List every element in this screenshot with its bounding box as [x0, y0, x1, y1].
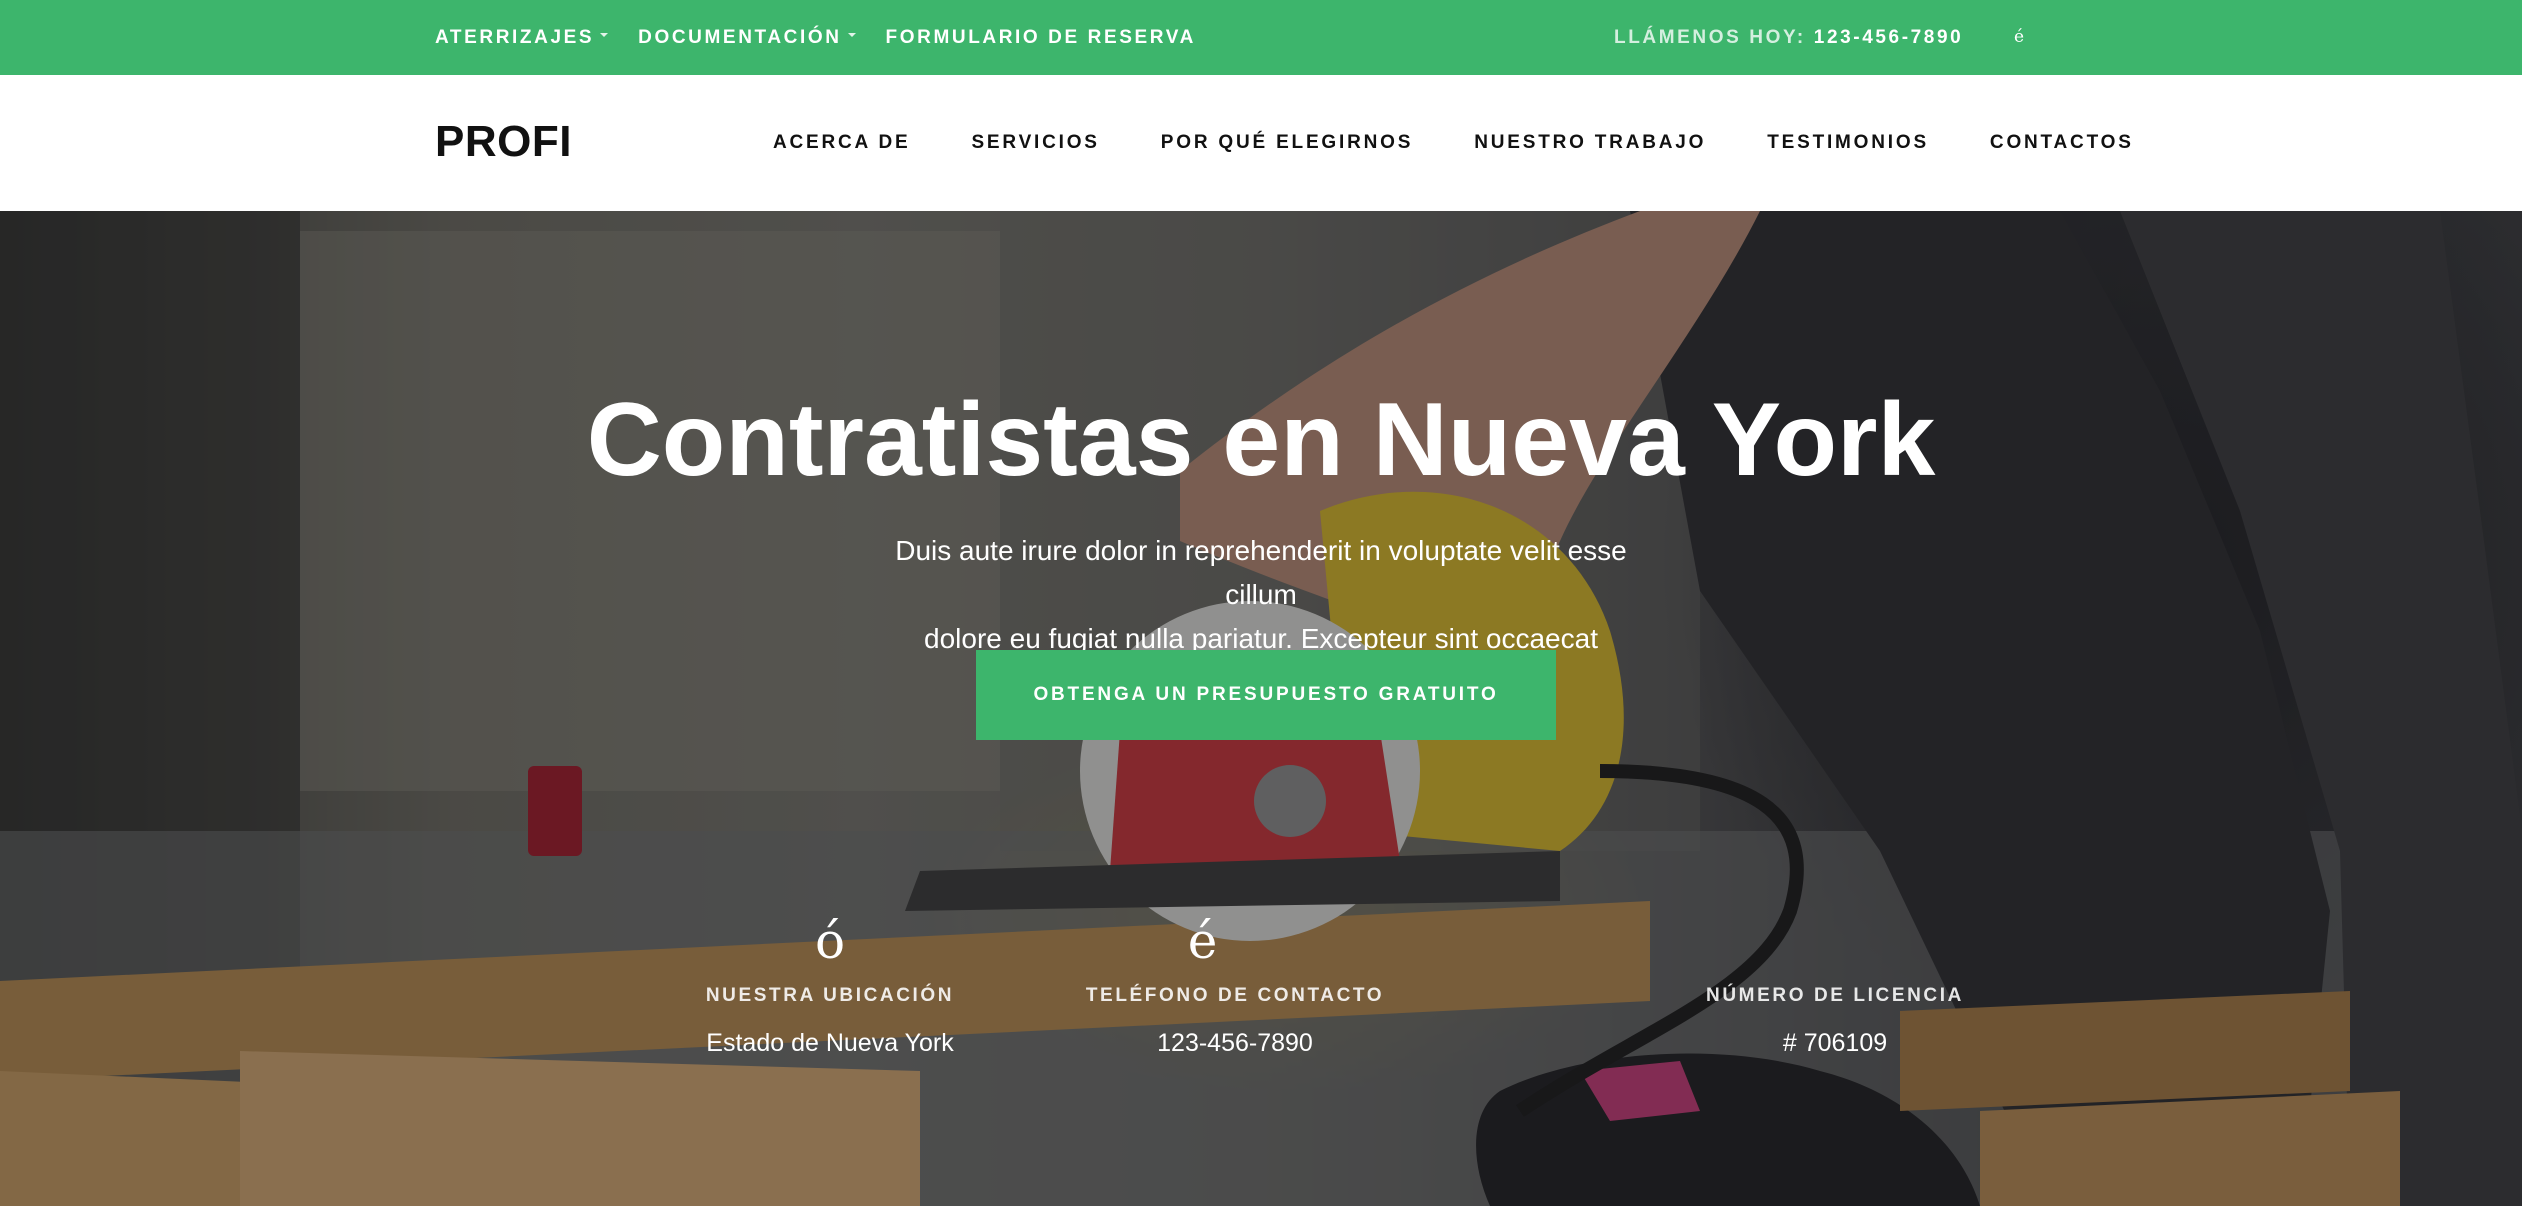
nav-item-about[interactable]: ACERCA DE — [773, 132, 910, 154]
nav-item-contacts[interactable]: CONTACTOS — [1990, 132, 2134, 154]
info-value[interactable]: 123-456-7890 — [1025, 1029, 1445, 1058]
caret-down-icon — [847, 32, 856, 37]
hero-title: Contratistas en Nueva York — [586, 382, 1936, 498]
top-bar: ATERRIZAJES DOCUMENTACIÓN FORMULARIO DE … — [0, 0, 2522, 75]
main-navbar: PROFI ACERCA DE SERVICIOS POR QUÉ ELEGIR… — [0, 75, 2522, 211]
free-quote-button[interactable]: OBTENGA UN PRESUPUESTO GRATUITO — [976, 650, 1556, 740]
call-us-number[interactable]: 123-456-7890 — [1814, 27, 1964, 49]
brand-logo[interactable]: PROFI — [435, 117, 572, 167]
call-us: LLÁMENOS HOY: 123-456-7890 — [1614, 0, 1963, 75]
phone-icon: é — [1187, 912, 1218, 970]
top-link-booking-form[interactable]: FORMULARIO DE RESERVA — [886, 27, 1196, 49]
top-link-label: FORMULARIO DE RESERVA — [885, 26, 1196, 48]
top-link-documentation[interactable]: DOCUMENTACIÓN — [638, 26, 856, 49]
caret-down-icon — [600, 32, 609, 37]
call-us-label: LLÁMENOS HOY: — [1614, 26, 1806, 48]
nav-item-testimonials[interactable]: TESTIMONIOS — [1767, 132, 1929, 154]
info-phone: é TELÉFONO DE CONTACTO 123-456-7890 — [1025, 916, 1445, 1058]
info-license: NÚMERO DE LICENCIA # 706109 — [1625, 916, 2045, 1058]
nav-item-why-us[interactable]: POR QUÉ ELEGIRNOS — [1161, 132, 1413, 154]
info-label: NUESTRA UBICACIÓN — [705, 985, 955, 1006]
nav-item-our-work[interactable]: NUESTRO TRABAJO — [1474, 132, 1706, 154]
main-nav-menu: ACERCA DE SERVICIOS POR QUÉ ELEGIRNOS NU… — [773, 75, 2134, 211]
nav-item-services[interactable]: SERVICIOS — [971, 132, 1099, 154]
info-label: TELÉFONO DE CONTACTO — [1085, 985, 1385, 1006]
top-link-landings[interactable]: ATERRIZAJES — [435, 26, 609, 49]
glyph-icon[interactable]: é — [2014, 27, 2024, 47]
hero-section: Contratistas en Nueva York Duis aute iru… — [0, 211, 2522, 1206]
top-nav: ATERRIZAJES DOCUMENTACIÓN FORMULARIO DE … — [435, 0, 1196, 75]
top-link-label: ATERRIZAJES — [435, 26, 595, 48]
hero-subtitle-line: Duis aute irure dolor in reprehenderit i… — [895, 535, 1627, 610]
top-link-label: DOCUMENTACIÓN — [638, 26, 842, 48]
info-value: # 706109 — [1782, 1029, 1888, 1057]
info-label: NÚMERO DE LICENCIA — [1706, 985, 1964, 1006]
info-value: Estado de Nueva York — [706, 1029, 954, 1057]
license-icon — [1625, 916, 2045, 966]
